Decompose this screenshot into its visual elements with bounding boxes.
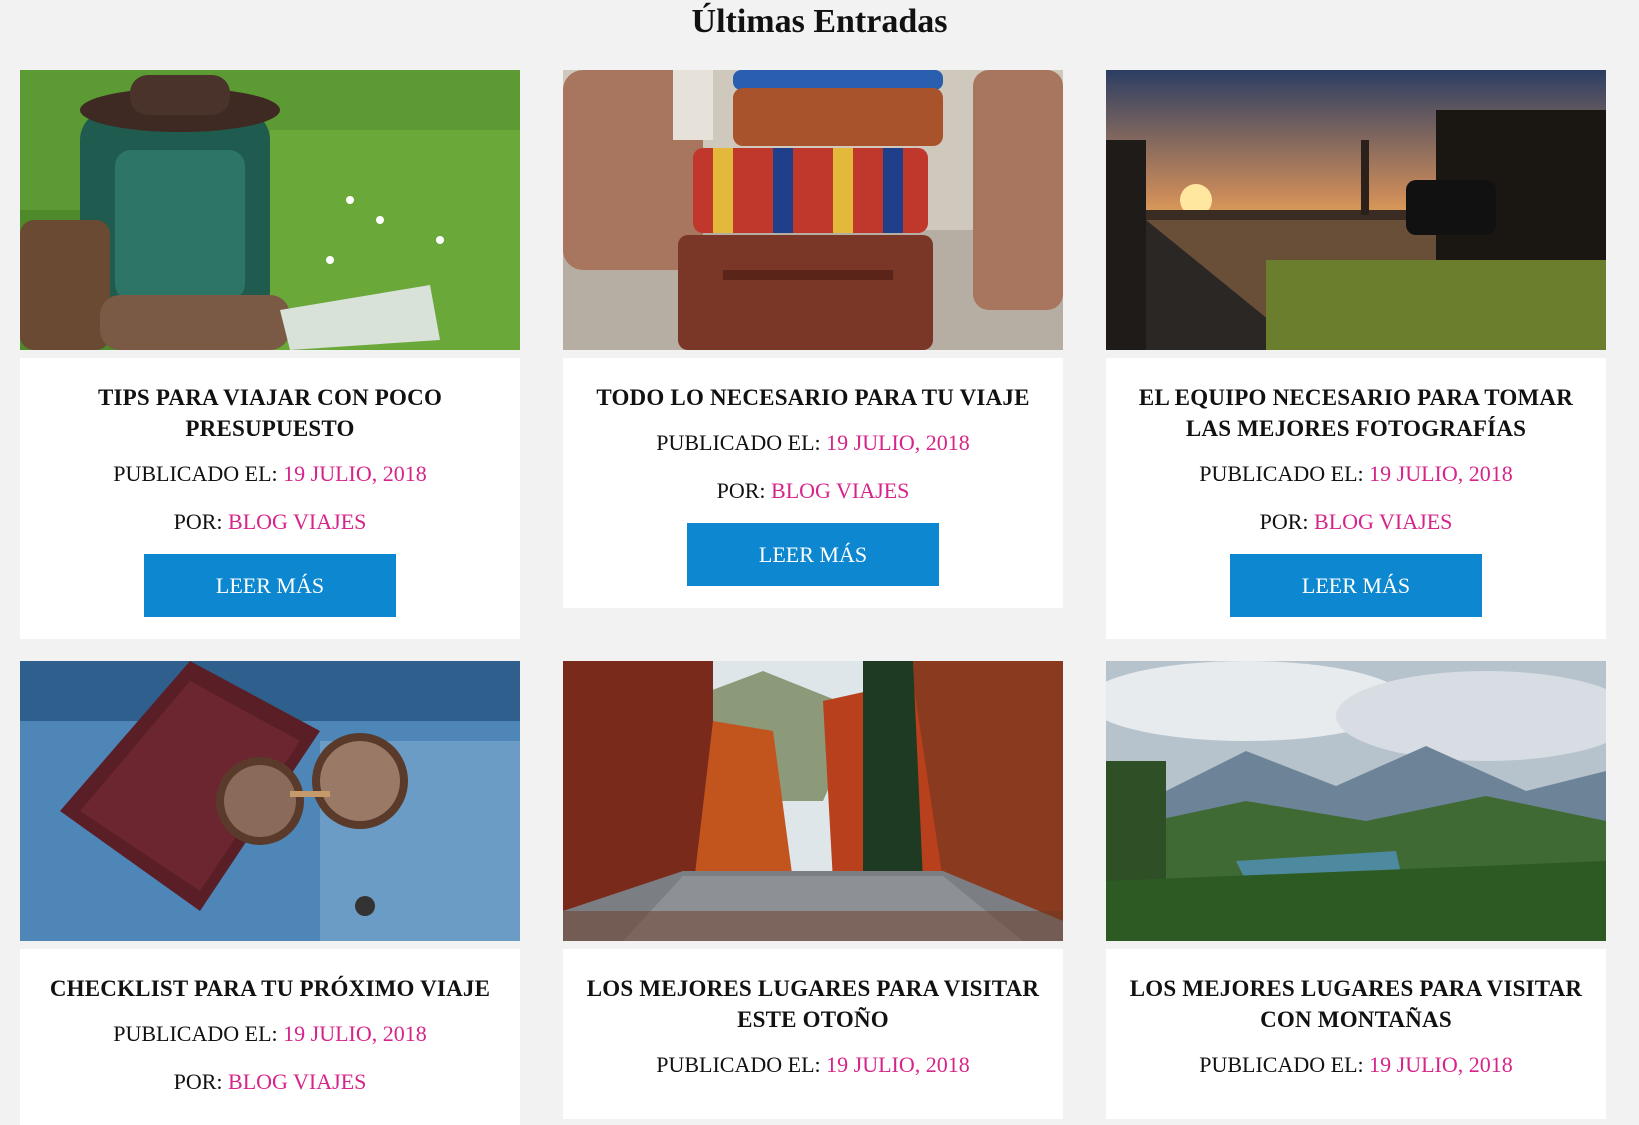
post-thumbnail[interactable] bbox=[563, 70, 1063, 350]
thumb-divider bbox=[20, 941, 520, 949]
post-title[interactable]: TODO LO NECESARIO PARA TU VIAJE bbox=[577, 382, 1049, 413]
post-card: LOS MEJORES LUGARES PARA VISITAR ESTE OT… bbox=[563, 661, 1063, 1119]
author-label: POR: bbox=[1259, 509, 1309, 534]
thumb-divider bbox=[563, 941, 1063, 949]
post-thumbnail[interactable] bbox=[563, 661, 1063, 941]
author-label: POR: bbox=[173, 509, 223, 534]
author-label: POR: bbox=[716, 478, 766, 503]
post-date-line: PUBLICADO EL: 19 JULIO, 2018 bbox=[34, 458, 506, 490]
post-body: LOS MEJORES LUGARES PARA VISITAR ESTE OT… bbox=[563, 949, 1063, 1119]
post-date-line: PUBLICADO EL: 19 JULIO, 2018 bbox=[34, 1018, 506, 1050]
post-body: EL EQUIPO NECESARIO PARA TOMAR LAS MEJOR… bbox=[1106, 358, 1606, 639]
post-date-link[interactable]: 19 JULIO, 2018 bbox=[1369, 461, 1513, 486]
post-author-link[interactable]: BLOG VIAJES bbox=[1314, 509, 1452, 534]
post-author-line: POR: BLOG VIAJES bbox=[34, 1066, 506, 1098]
published-label: PUBLICADO EL: bbox=[1199, 461, 1364, 486]
post-thumbnail[interactable] bbox=[20, 70, 520, 350]
post-card: EL EQUIPO NECESARIO PARA TOMAR LAS MEJOR… bbox=[1106, 70, 1606, 639]
post-author-line: POR: BLOG VIAJES bbox=[1120, 506, 1592, 538]
post-date-link[interactable]: 19 JULIO, 2018 bbox=[826, 1052, 970, 1077]
read-more-button[interactable]: LEER MÁS bbox=[144, 554, 396, 617]
published-label: PUBLICADO EL: bbox=[656, 1052, 821, 1077]
post-author-line: POR: BLOG VIAJES bbox=[577, 475, 1049, 507]
post-body: TIPS PARA VIAJAR CON POCO PRESUPUESTO PU… bbox=[20, 358, 520, 639]
read-more-button[interactable]: LEER MÁS bbox=[687, 523, 939, 586]
published-label: PUBLICADO EL: bbox=[656, 430, 821, 455]
post-date-link[interactable]: 19 JULIO, 2018 bbox=[826, 430, 970, 455]
post-author-link[interactable]: BLOG VIAJES bbox=[228, 509, 366, 534]
published-label: PUBLICADO EL: bbox=[113, 1021, 278, 1046]
thumb-divider bbox=[20, 350, 520, 358]
published-label: PUBLICADO EL: bbox=[113, 461, 278, 486]
post-card: TIPS PARA VIAJAR CON POCO PRESUPUESTO PU… bbox=[20, 70, 520, 639]
post-title[interactable]: EL EQUIPO NECESARIO PARA TOMAR LAS MEJOR… bbox=[1120, 382, 1592, 444]
post-thumbnail[interactable] bbox=[20, 661, 520, 941]
thumb-divider bbox=[1106, 941, 1606, 949]
post-title[interactable]: LOS MEJORES LUGARES PARA VISITAR CON MON… bbox=[1120, 973, 1592, 1035]
thumb-divider bbox=[563, 350, 1063, 358]
post-thumbnail[interactable] bbox=[1106, 661, 1606, 941]
post-date-line: PUBLICADO EL: 19 JULIO, 2018 bbox=[1120, 1049, 1592, 1081]
published-label: PUBLICADO EL: bbox=[1199, 1052, 1364, 1077]
post-date-link[interactable]: 19 JULIO, 2018 bbox=[283, 461, 427, 486]
post-date-link[interactable]: 19 JULIO, 2018 bbox=[283, 1021, 427, 1046]
post-thumbnail[interactable] bbox=[1106, 70, 1606, 350]
post-body: LOS MEJORES LUGARES PARA VISITAR CON MON… bbox=[1106, 949, 1606, 1119]
post-card: LOS MEJORES LUGARES PARA VISITAR CON MON… bbox=[1106, 661, 1606, 1119]
post-date-line: PUBLICADO EL: 19 JULIO, 2018 bbox=[1120, 458, 1592, 490]
post-title[interactable]: CHECKLIST PARA TU PRÓXIMO VIAJE bbox=[34, 973, 506, 1004]
post-card: TODO LO NECESARIO PARA TU VIAJE PUBLICAD… bbox=[563, 70, 1063, 608]
post-date-link[interactable]: 19 JULIO, 2018 bbox=[1369, 1052, 1513, 1077]
author-label: POR: bbox=[173, 1069, 223, 1094]
read-more-button[interactable]: LEER MÁS bbox=[1230, 554, 1482, 617]
post-author-link[interactable]: BLOG VIAJES bbox=[228, 1069, 366, 1094]
post-author-link[interactable]: BLOG VIAJES bbox=[771, 478, 909, 503]
post-title[interactable]: LOS MEJORES LUGARES PARA VISITAR ESTE OT… bbox=[577, 973, 1049, 1035]
post-title[interactable]: TIPS PARA VIAJAR CON POCO PRESUPUESTO bbox=[34, 382, 506, 444]
section-title: Últimas Entradas bbox=[691, 3, 948, 40]
post-date-line: PUBLICADO EL: 19 JULIO, 2018 bbox=[577, 427, 1049, 459]
post-card: CHECKLIST PARA TU PRÓXIMO VIAJE PUBLICAD… bbox=[20, 661, 520, 1125]
posts-grid: TIPS PARA VIAJAR CON POCO PRESUPUESTO PU… bbox=[20, 70, 1606, 1125]
page: Últimas Entradas TIPS PARA VIAJAR CON PO… bbox=[0, 0, 1639, 1125]
thumb-divider bbox=[1106, 350, 1606, 358]
post-author-line: POR: BLOG VIAJES bbox=[34, 506, 506, 538]
post-body: TODO LO NECESARIO PARA TU VIAJE PUBLICAD… bbox=[563, 358, 1063, 608]
post-body: CHECKLIST PARA TU PRÓXIMO VIAJE PUBLICAD… bbox=[20, 949, 520, 1125]
post-date-line: PUBLICADO EL: 19 JULIO, 2018 bbox=[577, 1049, 1049, 1081]
